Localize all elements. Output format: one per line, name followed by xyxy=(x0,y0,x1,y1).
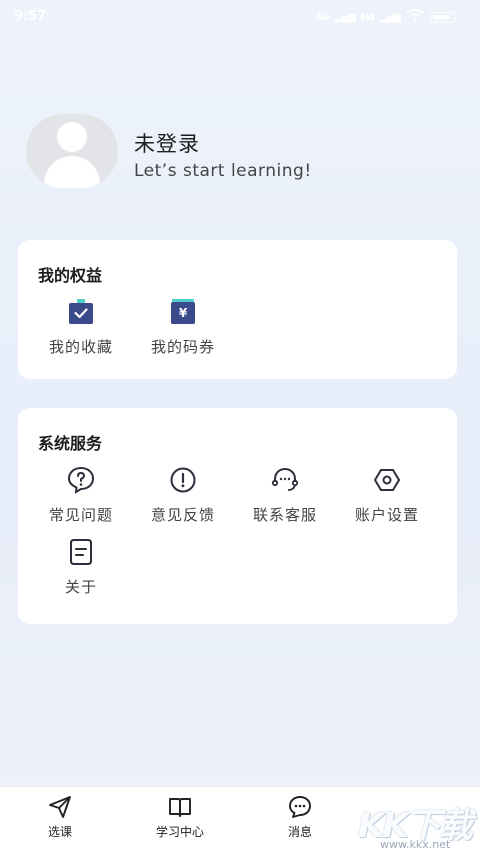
coupon-label: 我的码券 xyxy=(150,338,215,356)
favorites-item[interactable]: 我的收藏 xyxy=(30,298,132,358)
nav-messages[interactable]: 消息 xyxy=(255,795,345,847)
login-status[interactable]: 未登录 xyxy=(134,128,200,158)
nav-courses[interactable]: 选课 xyxy=(15,795,105,847)
status-bar: 9:57 4G ▂▄▆ Hd ▂▄▆ xyxy=(0,0,480,34)
faq-item[interactable]: 常见问题 xyxy=(30,466,132,526)
status-time: 9:57 xyxy=(14,9,47,24)
nav-learning-center-label: 学习中心 xyxy=(155,825,204,839)
coupon-item[interactable]: ¥ 我的码券 xyxy=(132,298,234,358)
settings-icon xyxy=(373,466,401,494)
benefits-card: 我的权益 我的收藏 ¥ 我的码券 xyxy=(18,240,457,379)
customer-service-label: 联系客服 xyxy=(252,506,317,524)
services-card: 系统服务 常见问题 意见反馈 联系客服 账户设置 关于 xyxy=(18,408,457,624)
signal-strength-icon-2: ▂▄▆ xyxy=(379,11,401,23)
services-title: 系统服务 xyxy=(38,434,103,453)
signal-icon: 4G xyxy=(315,11,329,23)
about-item[interactable]: 关于 xyxy=(30,538,132,598)
nav-messages-label: 消息 xyxy=(287,825,312,839)
benefits-title: 我的权益 xyxy=(38,266,103,285)
customer-service-icon xyxy=(271,466,299,494)
svg-text:¥: ¥ xyxy=(179,306,188,320)
avatar[interactable] xyxy=(26,114,118,188)
feedback-item[interactable]: 意见反馈 xyxy=(132,466,234,526)
profile-subtitle: Let’s start learning! xyxy=(134,161,312,181)
account-settings-label: 账户设置 xyxy=(354,506,419,524)
watermark: KK下载 www.kkx.net xyxy=(358,798,478,853)
nav-courses-label: 选课 xyxy=(47,825,72,839)
coupon-icon: ¥ xyxy=(169,298,197,326)
favorites-label: 我的收藏 xyxy=(48,338,113,356)
signal-strength-icon: ▂▄▆ xyxy=(334,11,355,23)
faq-label: 常见问题 xyxy=(48,506,113,524)
profile-header[interactable]: 未登录 Let’s start learning! xyxy=(26,114,466,194)
battery-icon xyxy=(430,11,456,23)
watermark-url: www.kkx.net xyxy=(380,838,451,851)
question-icon xyxy=(67,466,95,494)
book-icon xyxy=(168,795,192,819)
signal-icon-2: Hd xyxy=(360,11,374,23)
favorites-icon xyxy=(67,298,95,326)
about-icon xyxy=(67,538,95,566)
status-icons: 4G ▂▄▆ Hd ▂▄▆ xyxy=(315,9,456,25)
message-icon xyxy=(288,795,312,819)
nav-learning-center[interactable]: 学习中心 xyxy=(135,795,225,847)
wifi-icon xyxy=(406,9,424,25)
feedback-label: 意见反馈 xyxy=(150,506,215,524)
feedback-icon xyxy=(169,466,197,494)
send-icon xyxy=(48,795,72,819)
about-label: 关于 xyxy=(64,578,97,596)
account-settings-item[interactable]: 账户设置 xyxy=(336,466,438,526)
customer-service-item[interactable]: 联系客服 xyxy=(234,466,336,526)
